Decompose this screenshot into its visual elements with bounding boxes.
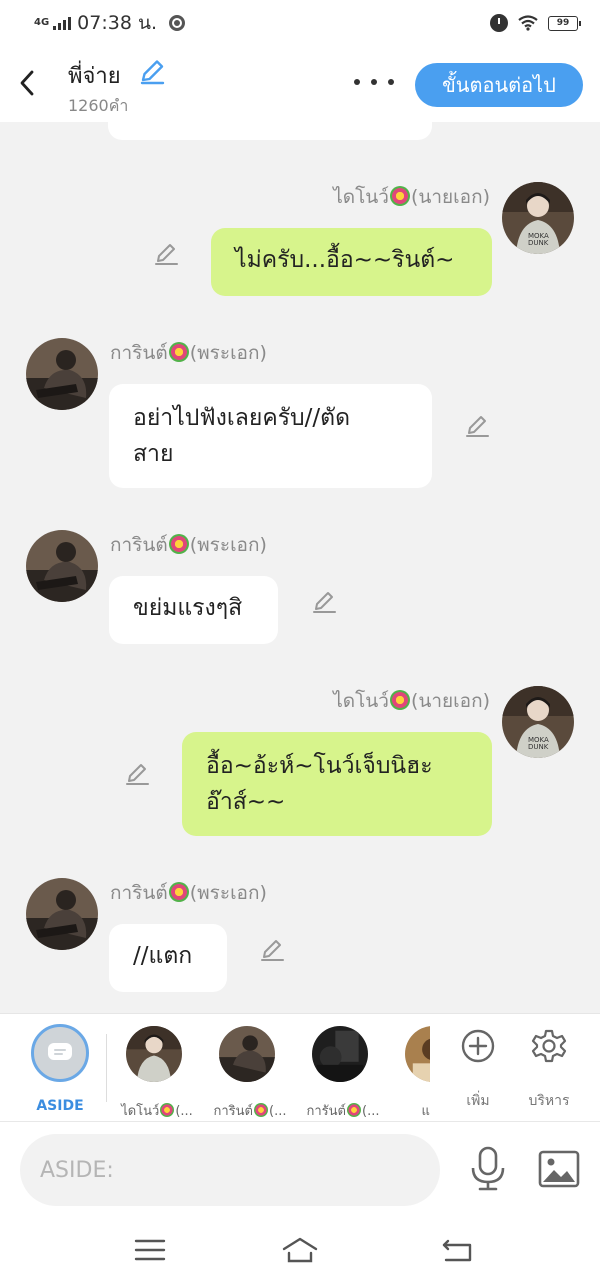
gear-icon: [531, 1029, 567, 1063]
back-nav-icon[interactable]: [440, 1235, 476, 1265]
character-name: แอดเ: [421, 1104, 430, 1119]
chevron-left-icon: [20, 70, 34, 96]
flower-icon: [254, 1103, 268, 1117]
character-bar: ASIDE ไดโนว์ (... การินต์ (... การันต์ (...…: [0, 1013, 600, 1121]
character-name: การันต์ (...: [306, 1103, 380, 1119]
sender-name: การินต์ (พระเอก): [110, 882, 267, 904]
manage-button[interactable]: บริหาร: [517, 1024, 581, 1116]
pencil-icon[interactable]: [463, 412, 491, 440]
chat-bubble-icon: [48, 1043, 72, 1060]
divider: [106, 1034, 107, 1102]
message-bubble[interactable]: ขย่มแรงๆสิ: [109, 576, 278, 644]
avatar-karin[interactable]: [26, 338, 98, 410]
flower-icon: [168, 342, 189, 362]
svg-text:DUNK: DUNK: [528, 743, 549, 751]
character-item[interactable]: ไดโนว์ (...: [112, 1022, 202, 1119]
more-button[interactable]: [354, 70, 394, 94]
avatar-karin[interactable]: [26, 530, 98, 602]
avatar-dino[interactable]: MOKA DUNK: [502, 182, 574, 254]
avatar-karan: [312, 1026, 368, 1082]
battery-icon: 99: [548, 15, 581, 31]
add-character-button[interactable]: เพิ่ม: [446, 1024, 510, 1116]
previous-message-bubble: [108, 122, 432, 140]
avatar-dino: [126, 1026, 182, 1082]
sender-name: การินต์ (พระเอก): [110, 534, 267, 556]
avatar-admin: [405, 1026, 430, 1082]
alarm-icon: [490, 14, 508, 32]
aside-circle: [31, 1024, 89, 1082]
character-name: ไดโนว์ (...: [121, 1103, 193, 1119]
flower-icon: [160, 1103, 175, 1117]
message-bubble[interactable]: //แตก: [109, 924, 227, 992]
plus-circle-icon: [461, 1029, 495, 1063]
chrome-icon: [169, 15, 185, 31]
message-bubble[interactable]: อย่าไปฟังเลยครับ//ตัด สาย: [109, 384, 432, 488]
clock: 07:38 น.: [77, 12, 157, 34]
status-bar: 4G 07:38 น. 99: [0, 0, 600, 46]
image-icon[interactable]: [538, 1150, 580, 1188]
sender-name: ไดโนว์ (นายเอก): [333, 186, 490, 208]
pencil-icon[interactable]: [152, 240, 180, 268]
manage-label: บริหาร: [528, 1093, 570, 1109]
flower-icon: [389, 186, 410, 206]
word-count: 1260คำ: [68, 96, 129, 115]
character-strip: ไดโนว์(... การินต์(... การันต์(... แอดเ: [112, 1014, 430, 1122]
avatar-dino[interactable]: MOKA DUNK: [502, 686, 574, 758]
flower-icon: [168, 882, 189, 902]
character-item[interactable]: การินต์ (...: [205, 1022, 295, 1119]
add-label: เพิ่ม: [466, 1093, 490, 1109]
pencil-icon[interactable]: [258, 936, 286, 964]
character-item[interactable]: แอดเ: [391, 1022, 430, 1119]
next-step-button[interactable]: ขั้นตอนต่อไป: [415, 63, 583, 107]
network-type: 4G: [34, 17, 50, 28]
sender-name: การินต์ (พระเอก): [110, 342, 267, 364]
flower-icon: [389, 690, 410, 710]
input-area: [0, 1121, 600, 1221]
chat-area: MOKA DUNK ไดโนว์ (นายเอก) ไม่ครับ...อื้อ~~…: [0, 122, 600, 1013]
avatar-karin: [219, 1026, 275, 1082]
more-dots-icon: [354, 79, 360, 85]
microphone-icon[interactable]: [468, 1146, 508, 1192]
character-name: การินต์ (...: [213, 1103, 287, 1119]
svg-text:DUNK: DUNK: [528, 239, 549, 247]
flower-icon: [168, 534, 189, 554]
system-nav-bar: [0, 1221, 600, 1287]
aside-button[interactable]: ASIDE: [24, 1022, 96, 1118]
signal-icon: [53, 16, 72, 30]
wifi-icon: [518, 15, 538, 31]
flower-icon: [347, 1103, 361, 1117]
story-title: พี่จ่าย: [68, 64, 121, 89]
back-button[interactable]: [12, 66, 42, 100]
home-icon[interactable]: [282, 1235, 318, 1265]
menu-icon[interactable]: [132, 1235, 168, 1265]
pencil-icon[interactable]: [310, 588, 338, 616]
message-bubble[interactable]: ไม่ครับ...อื้อ~~รินต์~: [211, 228, 492, 296]
pencil-icon[interactable]: [138, 58, 166, 86]
app-header: พี่จ่าย 1260คำ ขั้นตอนต่อไป: [0, 46, 600, 122]
aside-label: ASIDE: [36, 1098, 84, 1114]
aside-input[interactable]: [20, 1134, 440, 1206]
sender-name: ไดโนว์ (นายเอก): [333, 690, 490, 712]
pencil-icon[interactable]: [123, 760, 151, 788]
character-item[interactable]: การันต์ (...: [298, 1022, 388, 1119]
avatar-karin[interactable]: [26, 878, 98, 950]
message-bubble[interactable]: อื้อ~อ้ะห์~โนว์เจ็บนิฮะ อ๊าส์~~: [182, 732, 492, 836]
